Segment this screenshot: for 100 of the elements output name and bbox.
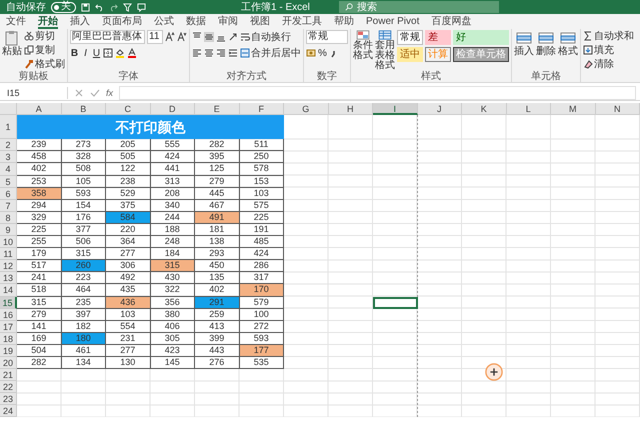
column-header[interactable]: E xyxy=(195,103,240,116)
table-cell: 518 xyxy=(17,284,62,296)
editing-button[interactable]: 自动求和 xyxy=(583,30,634,42)
cells-button[interactable]: 删除 xyxy=(536,30,556,57)
comment-icon[interactable] xyxy=(137,2,146,12)
editing-button[interactable]: 填充 xyxy=(583,44,614,56)
wrap-text-button[interactable]: 自动换行 xyxy=(240,31,291,43)
redo-icon[interactable] xyxy=(109,2,118,12)
row-header[interactable]: 8 xyxy=(0,212,17,224)
row-header[interactable]: 7 xyxy=(0,200,17,212)
number-format-field[interactable]: 常规 xyxy=(306,30,348,44)
align-right-icon[interactable] xyxy=(216,48,226,58)
formula-field[interactable] xyxy=(119,86,636,100)
align-left-icon[interactable] xyxy=(192,48,202,58)
row-header[interactable]: 12 xyxy=(0,260,17,272)
column-header[interactable]: H xyxy=(328,103,373,116)
align-center-icon[interactable] xyxy=(204,48,214,58)
clipboard-button[interactable]: 剪切 xyxy=(24,30,65,42)
row-header[interactable]: 18 xyxy=(0,332,17,345)
undo-icon[interactable] xyxy=(95,2,104,12)
column-header[interactable]: C xyxy=(106,103,150,116)
currency-icon[interactable] xyxy=(306,48,316,58)
row-header[interactable]: 2 xyxy=(0,139,17,152)
grow-font-icon[interactable] xyxy=(165,32,175,42)
column-header[interactable]: N xyxy=(596,103,640,116)
column-header[interactable]: F xyxy=(240,103,284,116)
row-header[interactable]: 15 xyxy=(0,296,17,309)
cells-button[interactable]: 格式 xyxy=(558,30,578,57)
cell-style-swatch[interactable]: 常规 xyxy=(397,30,423,45)
percent-button[interactable]: % xyxy=(318,48,327,58)
font-style-button[interactable]: B xyxy=(70,48,79,58)
font-name-field[interactable]: 阿里巴巴普惠体 xyxy=(70,30,145,44)
ribbon-tab[interactable]: 插入 xyxy=(70,15,90,29)
font-style-button[interactable]: I xyxy=(81,48,90,58)
ribbon-tab[interactable]: 数据 xyxy=(186,15,206,29)
column-header[interactable]: B xyxy=(62,103,106,116)
ribbon-tab[interactable]: 百度网盘 xyxy=(431,15,472,29)
row-header[interactable]: 4 xyxy=(0,163,17,176)
clipboard-button[interactable]: 复制 xyxy=(24,44,65,56)
ribbon-tab[interactable]: 公式 xyxy=(154,15,174,29)
row-header[interactable]: 17 xyxy=(0,320,17,333)
column-header[interactable]: D xyxy=(150,103,195,116)
column-header[interactable]: I xyxy=(373,103,418,116)
font-style-button[interactable]: U xyxy=(92,48,101,58)
row-header[interactable]: 22 xyxy=(0,381,17,394)
column-header[interactable]: J xyxy=(418,103,462,116)
table-cell: 248 xyxy=(150,236,195,248)
row-header[interactable]: 6 xyxy=(0,188,17,200)
column-header[interactable]: M xyxy=(551,103,596,116)
cell-style-swatch[interactable]: 好 xyxy=(453,30,509,45)
row-header[interactable]: 5 xyxy=(0,176,17,188)
row-header[interactable]: 16 xyxy=(0,308,17,321)
cell-style-swatch[interactable]: 差 xyxy=(425,30,451,45)
row-header[interactable]: 20 xyxy=(0,356,17,370)
row-header[interactable]: 21 xyxy=(0,369,17,382)
orientation-icon[interactable] xyxy=(228,32,238,42)
ribbon-tab[interactable]: 文件 xyxy=(6,15,26,29)
insert-function-button[interactable]: fx xyxy=(106,88,114,98)
border-icon[interactable] xyxy=(103,48,113,58)
column-header[interactable]: A xyxy=(17,103,62,116)
row-header[interactable]: 1 xyxy=(0,115,17,140)
ribbon-tab[interactable]: Power Pivot xyxy=(366,15,420,29)
table-cell: 413 xyxy=(195,320,240,333)
search-field[interactable]: 搜索 xyxy=(338,1,499,13)
row-header[interactable]: 3 xyxy=(0,151,17,164)
fill-color-icon[interactable] xyxy=(115,48,125,58)
row-header[interactable]: 24 xyxy=(0,405,17,418)
column-header[interactable]: L xyxy=(506,103,551,116)
cell-style-swatch[interactable]: 适中 xyxy=(397,47,423,62)
cells-button[interactable]: 插入 xyxy=(514,30,534,57)
save-icon[interactable] xyxy=(81,2,90,12)
row-header[interactable]: 23 xyxy=(0,393,17,406)
row-header[interactable]: 11 xyxy=(0,248,17,260)
row-header[interactable]: 13 xyxy=(0,272,17,284)
editing-button[interactable]: 清除 xyxy=(583,58,614,70)
column-header[interactable]: G xyxy=(284,103,328,116)
format-as-table-button[interactable]: 套用表格格式 xyxy=(375,30,395,71)
align-middle-icon[interactable] xyxy=(204,32,214,42)
paste-button[interactable]: 粘贴 xyxy=(2,30,22,57)
column-header[interactable]: K xyxy=(462,103,506,116)
scissors-icon xyxy=(24,31,34,41)
indent-icon[interactable] xyxy=(228,48,238,58)
ribbon-tab[interactable]: 开发工具 xyxy=(282,15,322,29)
filter-icon[interactable] xyxy=(123,2,132,12)
row-header[interactable]: 9 xyxy=(0,224,17,236)
shrink-font-icon[interactable] xyxy=(177,32,187,42)
font-color-icon[interactable] xyxy=(127,48,137,58)
name-box[interactable]: I15 xyxy=(4,86,68,98)
row-header[interactable]: 10 xyxy=(0,236,17,248)
row-header[interactable]: 19 xyxy=(0,344,17,357)
conditional-format-button[interactable]: 条件格式 xyxy=(353,30,373,61)
merge-center-button[interactable]: 合并后居中 xyxy=(240,47,301,59)
ribbon-tab[interactable]: 页面布局 xyxy=(102,15,142,29)
ribbon-tab[interactable]: 帮助 xyxy=(334,15,354,29)
font-size-field[interactable]: 11 xyxy=(147,30,163,44)
ribbon-tab[interactable]: 视图 xyxy=(250,15,270,29)
row-header[interactable]: 14 xyxy=(0,284,17,296)
clipboard-button[interactable]: 格式刷 xyxy=(24,58,65,70)
selected-cell[interactable] xyxy=(373,296,418,309)
ribbon-tab[interactable]: 审阅 xyxy=(218,15,238,29)
